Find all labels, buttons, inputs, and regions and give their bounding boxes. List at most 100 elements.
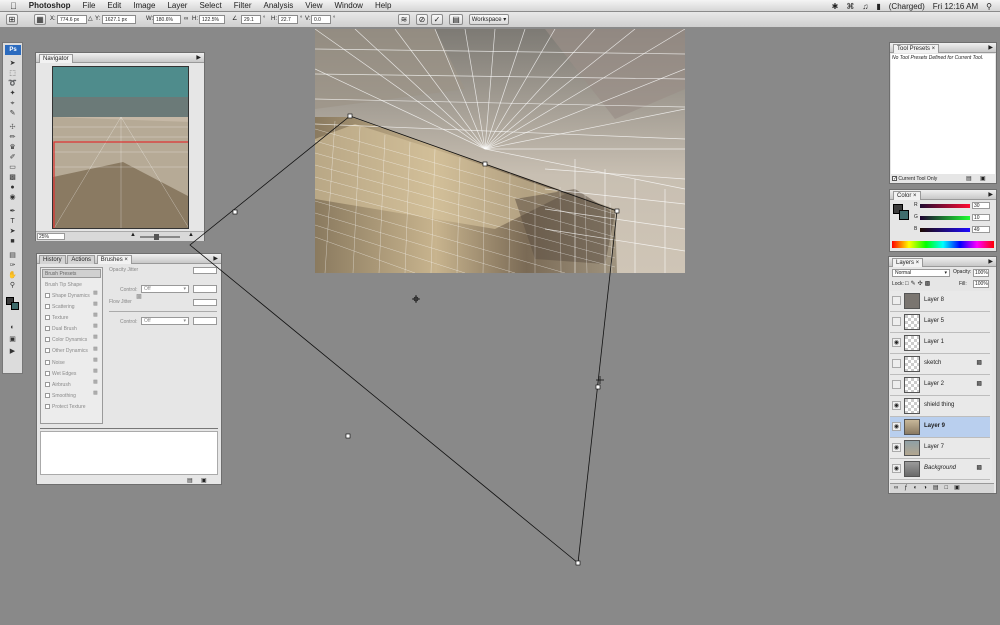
layer-row[interactable]: ◉ shield thing bbox=[890, 396, 990, 417]
tab-color[interactable]: Color × bbox=[893, 191, 921, 200]
layer-name: Layer 2 bbox=[924, 381, 945, 387]
eye-icon: ◉ bbox=[893, 403, 900, 409]
green-field[interactable]: 10 bbox=[972, 214, 990, 221]
link-layers-icon[interactable]: ∞ bbox=[894, 485, 904, 491]
layer-row[interactable]: ◉ Layer 7 bbox=[890, 438, 990, 459]
transform-handle[interactable] bbox=[347, 113, 353, 119]
visibility-toggle[interactable] bbox=[892, 296, 901, 305]
layer-mask-icon[interactable]: ◐ bbox=[914, 485, 924, 491]
layer-thumbnail bbox=[904, 419, 920, 435]
layer-name: shield thing bbox=[924, 402, 955, 408]
layers-panel: Layers × ▶ Normal ▾ Opacity: 100% Lock: □… bbox=[888, 256, 997, 494]
layer-thumbnail bbox=[904, 356, 920, 372]
layers-title-bar: Layers × ▶ bbox=[889, 257, 996, 267]
visibility-toggle[interactable] bbox=[892, 317, 901, 326]
tool-presets-title-bar: Tool Presets × ▶ bbox=[890, 43, 996, 53]
lock-icon: ▩ bbox=[976, 360, 982, 366]
layer-row[interactable]: Layer 2 ▩ bbox=[890, 375, 990, 396]
red-slider[interactable] bbox=[920, 204, 970, 208]
checkbox-checked-icon[interactable]: ✓ bbox=[892, 176, 897, 182]
eye-icon: ◉ bbox=[893, 424, 900, 430]
layer-row[interactable]: Layer 5 bbox=[890, 312, 990, 333]
panel-menu-icon[interactable]: ▶ bbox=[988, 257, 993, 267]
green-slider[interactable] bbox=[920, 216, 970, 220]
layer-thumbnail bbox=[904, 461, 920, 477]
trash-icon[interactable]: ▣ bbox=[954, 485, 966, 491]
blue-label: B bbox=[914, 226, 918, 232]
current-tool-only-label: Current Tool Only bbox=[898, 176, 938, 182]
color-spectrum-bar[interactable] bbox=[892, 241, 994, 248]
eye-icon: ◉ bbox=[893, 466, 900, 472]
layer-thumbnail bbox=[904, 398, 920, 414]
lock-icon: ▩ bbox=[976, 465, 982, 471]
layer-style-icon[interactable]: ƒ bbox=[904, 485, 913, 491]
transform-handle[interactable] bbox=[575, 560, 581, 566]
color-title-bar: Color × ▶ bbox=[890, 190, 996, 200]
panel-menu-icon[interactable]: ▶ bbox=[988, 190, 993, 200]
visibility-toggle[interactable] bbox=[892, 359, 901, 368]
transform-handle[interactable] bbox=[595, 384, 601, 390]
layer-name: sketch bbox=[924, 360, 942, 366]
new-layer-icon[interactable]: □ bbox=[945, 485, 955, 491]
background-color-swatch[interactable] bbox=[899, 210, 909, 220]
fill-field[interactable]: 100% bbox=[973, 280, 989, 288]
current-tool-only-checkbox[interactable]: ✓ Current Tool Only bbox=[892, 176, 937, 182]
tab-color-label: Color bbox=[897, 193, 912, 199]
layer-thumbnail bbox=[904, 314, 920, 330]
red-label: R bbox=[914, 202, 918, 208]
visibility-toggle[interactable]: ◉ bbox=[892, 422, 901, 431]
eye-icon: ◉ bbox=[893, 340, 900, 346]
color-panel: Color × ▶ R 30 G 10 B 49 bbox=[889, 189, 997, 252]
layer-thumbnail bbox=[904, 440, 920, 456]
panel-menu-icon[interactable]: ▶ bbox=[988, 43, 993, 53]
lock-options-icon[interactable]: □✎✣▩ bbox=[905, 280, 932, 287]
tab-layers-label: Layers bbox=[896, 260, 915, 266]
transform-handle[interactable] bbox=[345, 433, 351, 439]
opacity-field[interactable]: 100% bbox=[973, 269, 989, 277]
trash-icon[interactable]: ▣ bbox=[980, 175, 986, 182]
layer-name: Background bbox=[924, 465, 957, 471]
adjustment-layer-icon[interactable]: ◑ bbox=[923, 485, 933, 491]
tab-layers[interactable]: Layers × bbox=[892, 258, 924, 267]
layer-name: Layer 8 bbox=[924, 297, 945, 303]
layers-footer: ∞ƒ◐◑▤□▣ bbox=[890, 483, 994, 493]
opacity-label: Opacity: bbox=[953, 269, 972, 275]
layer-row[interactable]: Layer 8 bbox=[890, 291, 990, 312]
visibility-toggle[interactable]: ◉ bbox=[892, 401, 901, 410]
transform-handle[interactable] bbox=[482, 161, 488, 167]
new-preset-icon[interactable]: ▤ bbox=[966, 175, 972, 182]
transform-bounding-box[interactable] bbox=[0, 0, 1000, 625]
green-label: G bbox=[914, 214, 918, 220]
transform-center-point[interactable] bbox=[412, 295, 420, 303]
visibility-toggle[interactable]: ◉ bbox=[892, 338, 901, 347]
new-group-icon[interactable]: ▤ bbox=[933, 485, 945, 491]
layer-name: Layer 9 bbox=[924, 423, 946, 429]
transform-handle[interactable] bbox=[614, 208, 620, 214]
tab-tool-presets-label: Tool Presets bbox=[897, 46, 931, 52]
layer-row[interactable]: ◉ Layer 9 bbox=[890, 417, 990, 438]
transform-handle[interactable] bbox=[232, 209, 238, 215]
layers-list: Layer 8 Layer 5 ◉ Layer 1 sketch ▩ Layer… bbox=[890, 291, 992, 481]
cursor-icon bbox=[596, 376, 604, 384]
tool-presets-list[interactable]: No Tool Presets Defined for Current Tool… bbox=[891, 54, 995, 174]
blue-field[interactable]: 49 bbox=[972, 226, 990, 233]
lock-icon: ▩ bbox=[976, 381, 982, 387]
tab-tool-presets[interactable]: Tool Presets × bbox=[893, 44, 940, 53]
blend-mode-select[interactable]: Normal ▾ bbox=[892, 269, 950, 277]
chevron-down-icon: ▾ bbox=[944, 270, 947, 276]
red-field[interactable]: 30 bbox=[972, 202, 990, 209]
visibility-toggle[interactable]: ◉ bbox=[892, 464, 901, 473]
layer-name: Layer 7 bbox=[924, 444, 945, 450]
layer-thumbnail bbox=[904, 377, 920, 393]
lock-label: Lock: bbox=[892, 281, 904, 287]
layer-row[interactable]: ◉ Layer 1 bbox=[890, 333, 990, 354]
tool-presets-panel: Tool Presets × ▶ No Tool Presets Defined… bbox=[889, 42, 997, 184]
blend-mode-value: Normal bbox=[895, 270, 912, 276]
layer-row[interactable]: sketch ▩ bbox=[890, 354, 990, 375]
fill-label: Fill: bbox=[959, 281, 967, 287]
visibility-toggle[interactable] bbox=[892, 380, 901, 389]
layer-row[interactable]: ◉ Background ▩ bbox=[890, 459, 990, 480]
blue-slider[interactable] bbox=[920, 228, 970, 232]
eye-icon: ◉ bbox=[893, 445, 900, 451]
visibility-toggle[interactable]: ◉ bbox=[892, 443, 901, 452]
